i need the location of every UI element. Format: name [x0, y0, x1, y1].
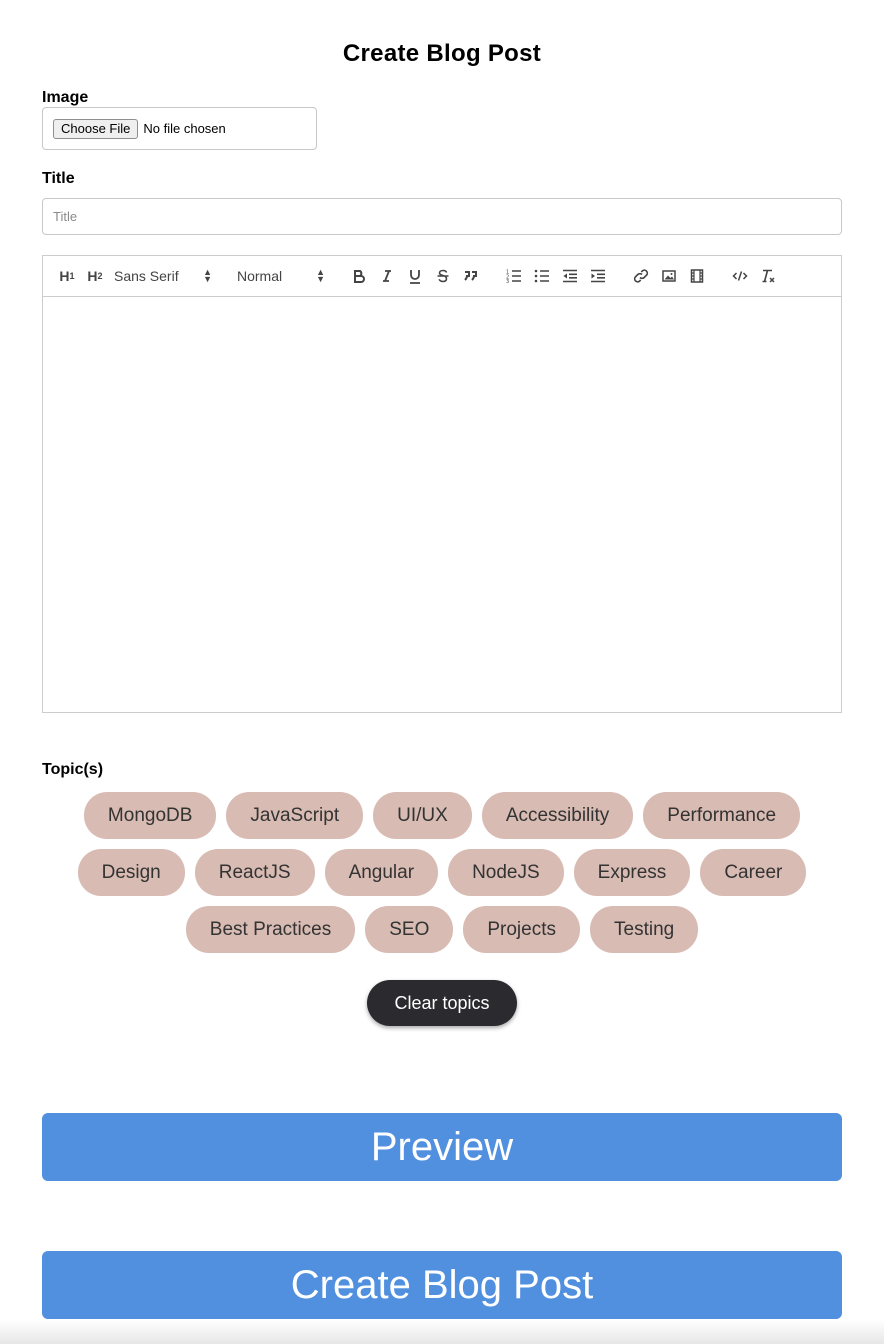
clear-topics-button[interactable]: Clear topics [367, 980, 517, 1026]
choose-file-button[interactable]: Choose File [53, 118, 139, 139]
topic-chip[interactable]: Design [77, 849, 185, 896]
title-input[interactable] [42, 198, 842, 235]
strike-icon[interactable] [429, 264, 457, 288]
editor-content-area[interactable] [42, 296, 842, 713]
italic-icon[interactable] [373, 264, 401, 288]
clear-format-icon[interactable] [754, 264, 782, 288]
file-status-text: No file chosen [143, 121, 226, 136]
underline-icon[interactable] [401, 264, 429, 288]
topic-chip[interactable]: UI/UX [373, 792, 472, 839]
image-file-input[interactable]: Choose File No file chosen [42, 107, 317, 150]
link-icon[interactable] [627, 264, 655, 288]
topic-chip[interactable]: Accessibility [481, 792, 634, 839]
topic-chip[interactable]: Express [573, 849, 691, 896]
ordered-list-icon[interactable]: 123 [500, 264, 528, 288]
image-label: Image [42, 89, 89, 106]
topic-chip[interactable]: Performance [643, 792, 801, 839]
topic-chip[interactable]: Career [700, 849, 807, 896]
preview-button[interactable]: Preview [42, 1113, 842, 1181]
outdent-icon[interactable] [556, 264, 584, 288]
topic-chip[interactable]: JavaScript [226, 792, 364, 839]
picker-arrows-icon: ▲ ▼ [203, 267, 212, 284]
font-picker-label: Sans Serif [114, 268, 179, 284]
indent-icon[interactable] [584, 264, 612, 288]
topic-chip[interactable]: Projects [463, 906, 580, 953]
topic-chip[interactable]: SEO [365, 906, 454, 953]
blockquote-icon[interactable] [457, 264, 485, 288]
code-icon[interactable] [726, 264, 754, 288]
image-icon[interactable] [655, 264, 683, 288]
size-picker-label: Normal [237, 268, 283, 284]
heading1-button[interactable]: H1 [53, 264, 81, 288]
svg-text:3: 3 [506, 279, 509, 283]
topic-chip[interactable]: Testing [590, 906, 699, 953]
font-picker[interactable]: Sans Serif ▲ ▼ [109, 264, 217, 288]
topics-label: Topic(s) [42, 761, 104, 778]
topic-chip[interactable]: Best Practices [185, 906, 356, 953]
editor-toolbar: H1 H2 Sans Serif ▲ ▼ Normal ▲ ▼ 123 [42, 255, 842, 297]
size-picker[interactable]: Normal ▲ ▼ [232, 264, 330, 288]
title-label: Title [42, 170, 75, 187]
create-blog-post-button[interactable]: Create Blog Post [42, 1251, 842, 1319]
picker-arrows-icon: ▲ ▼ [316, 267, 325, 284]
bold-icon[interactable] [345, 264, 373, 288]
bottom-fade [0, 1320, 884, 1344]
topic-chip[interactable]: NodeJS [448, 849, 564, 896]
topic-chip[interactable]: ReactJS [194, 849, 315, 896]
topic-chip[interactable]: Angular [324, 849, 439, 896]
heading2-button[interactable]: H2 [81, 264, 109, 288]
topics-list: MongoDB JavaScript UI/UX Accessibility P… [42, 792, 842, 953]
page-title: Create Blog Post [342, 40, 542, 67]
topic-chip[interactable]: MongoDB [83, 792, 217, 839]
bullet-list-icon[interactable] [528, 264, 556, 288]
video-icon[interactable] [683, 264, 711, 288]
